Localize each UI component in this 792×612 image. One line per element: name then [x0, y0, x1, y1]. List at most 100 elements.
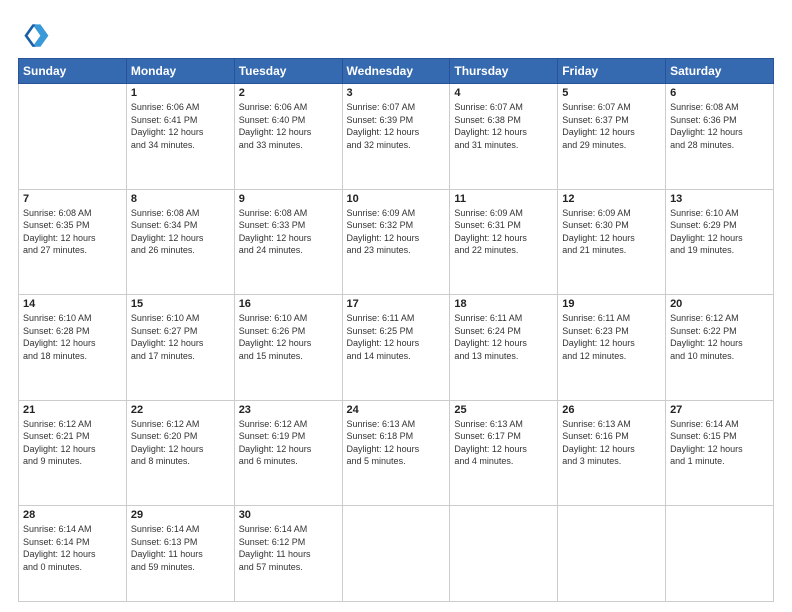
- calendar-cell: [342, 506, 450, 602]
- day-info: Sunrise: 6:13 AM Sunset: 6:16 PM Dayligh…: [562, 418, 661, 468]
- day-info: Sunrise: 6:06 AM Sunset: 6:41 PM Dayligh…: [131, 101, 230, 151]
- day-number: 20: [670, 298, 769, 310]
- day-info: Sunrise: 6:08 AM Sunset: 6:33 PM Dayligh…: [239, 207, 338, 257]
- day-number: 17: [347, 298, 446, 310]
- calendar-week-row: 14Sunrise: 6:10 AM Sunset: 6:28 PM Dayli…: [19, 295, 774, 401]
- day-info: Sunrise: 6:09 AM Sunset: 6:32 PM Dayligh…: [347, 207, 446, 257]
- calendar-cell: 8 Sunrise: 6:08 AM Sunset: 6:34 PM Daylig…: [126, 189, 234, 295]
- calendar-cell: 20Sunrise: 6:12 AM Sunset: 6:22 PM Dayli…: [666, 295, 774, 401]
- day-info: Sunrise: 6:10 AM Sunset: 6:29 PM Dayligh…: [670, 207, 769, 257]
- calendar-header-row: SundayMondayTuesdayWednesdayThursdayFrid…: [19, 59, 774, 84]
- calendar-table: SundayMondayTuesdayWednesdayThursdayFrid…: [18, 58, 774, 602]
- calendar-cell: 10 Sunrise: 6:09 AM Sunset: 6:32 PM Dayli…: [342, 189, 450, 295]
- calendar-cell: 16 Sunrise: 6:10 AM Sunset: 6:26 PM Dayli…: [234, 295, 342, 401]
- day-number: 30: [239, 509, 338, 521]
- calendar-day-header: Tuesday: [234, 59, 342, 84]
- calendar-cell: 4 Sunrise: 6:07 AM Sunset: 6:38 PM Daylig…: [450, 84, 558, 190]
- day-number: 7: [23, 193, 122, 205]
- day-number: 21: [23, 404, 122, 416]
- day-number: 18: [454, 298, 553, 310]
- calendar-cell: 18 Sunrise: 6:11 AM Sunset: 6:24 PM Dayli…: [450, 295, 558, 401]
- calendar-day-header: Monday: [126, 59, 234, 84]
- day-number: 10: [347, 193, 446, 205]
- calendar-week-row: 28 Sunrise: 6:14 AM Sunset: 6:14 PM Dayli…: [19, 506, 774, 602]
- calendar-day-header: Wednesday: [342, 59, 450, 84]
- calendar-cell: 29Sunrise: 6:14 AM Sunset: 6:13 PM Dayli…: [126, 506, 234, 602]
- calendar-week-row: 7 Sunrise: 6:08 AM Sunset: 6:35 PM Daylig…: [19, 189, 774, 295]
- day-number: 16: [239, 298, 338, 310]
- day-info: Sunrise: 6:12 AM Sunset: 6:20 PM Dayligh…: [131, 418, 230, 468]
- calendar-cell: 7 Sunrise: 6:08 AM Sunset: 6:35 PM Daylig…: [19, 189, 127, 295]
- day-info: Sunrise: 6:10 AM Sunset: 6:27 PM Dayligh…: [131, 312, 230, 362]
- day-number: 22: [131, 404, 230, 416]
- day-info: Sunrise: 6:06 AM Sunset: 6:40 PM Dayligh…: [239, 101, 338, 151]
- calendar-cell: 1 Sunrise: 6:06 AM Sunset: 6:41 PM Daylig…: [126, 84, 234, 190]
- day-info: Sunrise: 6:10 AM Sunset: 6:26 PM Dayligh…: [239, 312, 338, 362]
- calendar-cell: 2Sunrise: 6:06 AM Sunset: 6:40 PM Daylig…: [234, 84, 342, 190]
- day-info: Sunrise: 6:13 AM Sunset: 6:18 PM Dayligh…: [347, 418, 446, 468]
- day-number: 6: [670, 87, 769, 99]
- day-info: Sunrise: 6:08 AM Sunset: 6:34 PM Dayligh…: [131, 207, 230, 257]
- day-info: Sunrise: 6:11 AM Sunset: 6:23 PM Dayligh…: [562, 312, 661, 362]
- calendar-week-row: 1 Sunrise: 6:06 AM Sunset: 6:41 PM Daylig…: [19, 84, 774, 190]
- day-info: Sunrise: 6:12 AM Sunset: 6:21 PM Dayligh…: [23, 418, 122, 468]
- day-number: 3: [347, 87, 446, 99]
- calendar-cell: 28 Sunrise: 6:14 AM Sunset: 6:14 PM Dayli…: [19, 506, 127, 602]
- day-number: 8: [131, 193, 230, 205]
- header: [18, 18, 774, 50]
- day-info: Sunrise: 6:07 AM Sunset: 6:37 PM Dayligh…: [562, 101, 661, 151]
- day-info: Sunrise: 6:11 AM Sunset: 6:25 PM Dayligh…: [347, 312, 446, 362]
- day-number: 1: [131, 87, 230, 99]
- day-info: Sunrise: 6:07 AM Sunset: 6:39 PM Dayligh…: [347, 101, 446, 151]
- day-info: Sunrise: 6:09 AM Sunset: 6:31 PM Dayligh…: [454, 207, 553, 257]
- calendar-day-header: Saturday: [666, 59, 774, 84]
- day-number: 4: [454, 87, 553, 99]
- calendar-cell: 17 Sunrise: 6:11 AM Sunset: 6:25 PM Dayli…: [342, 295, 450, 401]
- day-number: 9: [239, 193, 338, 205]
- day-number: 12: [562, 193, 661, 205]
- calendar-week-row: 21 Sunrise: 6:12 AM Sunset: 6:21 PM Dayli…: [19, 400, 774, 506]
- day-number: 27: [670, 404, 769, 416]
- day-info: Sunrise: 6:11 AM Sunset: 6:24 PM Dayligh…: [454, 312, 553, 362]
- day-number: 19: [562, 298, 661, 310]
- calendar-cell: 22 Sunrise: 6:12 AM Sunset: 6:20 PM Dayli…: [126, 400, 234, 506]
- day-number: 15: [131, 298, 230, 310]
- day-number: 28: [23, 509, 122, 521]
- calendar-day-header: Sunday: [19, 59, 127, 84]
- logo: [18, 18, 54, 50]
- calendar-cell: 25Sunrise: 6:13 AM Sunset: 6:17 PM Dayli…: [450, 400, 558, 506]
- calendar-cell: 9 Sunrise: 6:08 AM Sunset: 6:33 PM Daylig…: [234, 189, 342, 295]
- calendar-day-header: Friday: [558, 59, 666, 84]
- day-info: Sunrise: 6:12 AM Sunset: 6:19 PM Dayligh…: [239, 418, 338, 468]
- day-number: 23: [239, 404, 338, 416]
- calendar-cell: [450, 506, 558, 602]
- day-info: Sunrise: 6:14 AM Sunset: 6:12 PM Dayligh…: [239, 523, 338, 573]
- calendar-cell: 13 Sunrise: 6:10 AM Sunset: 6:29 PM Dayli…: [666, 189, 774, 295]
- day-info: Sunrise: 6:08 AM Sunset: 6:36 PM Dayligh…: [670, 101, 769, 151]
- calendar-cell: 15 Sunrise: 6:10 AM Sunset: 6:27 PM Dayli…: [126, 295, 234, 401]
- day-info: Sunrise: 6:14 AM Sunset: 6:15 PM Dayligh…: [670, 418, 769, 468]
- day-info: Sunrise: 6:14 AM Sunset: 6:14 PM Dayligh…: [23, 523, 122, 573]
- calendar-cell: [19, 84, 127, 190]
- logo-icon: [18, 18, 50, 50]
- day-info: Sunrise: 6:10 AM Sunset: 6:28 PM Dayligh…: [23, 312, 122, 362]
- calendar-cell: 12Sunrise: 6:09 AM Sunset: 6:30 PM Dayli…: [558, 189, 666, 295]
- calendar-cell: 27 Sunrise: 6:14 AM Sunset: 6:15 PM Dayli…: [666, 400, 774, 506]
- calendar-cell: 26 Sunrise: 6:13 AM Sunset: 6:16 PM Dayli…: [558, 400, 666, 506]
- day-number: 29: [131, 509, 230, 521]
- calendar-cell: 24 Sunrise: 6:13 AM Sunset: 6:18 PM Dayli…: [342, 400, 450, 506]
- day-number: 11: [454, 193, 553, 205]
- calendar-cell: 6 Sunrise: 6:08 AM Sunset: 6:36 PM Daylig…: [666, 84, 774, 190]
- calendar-cell: 30 Sunrise: 6:14 AM Sunset: 6:12 PM Dayli…: [234, 506, 342, 602]
- calendar-cell: 14Sunrise: 6:10 AM Sunset: 6:28 PM Dayli…: [19, 295, 127, 401]
- day-number: 13: [670, 193, 769, 205]
- day-number: 26: [562, 404, 661, 416]
- calendar-cell: [558, 506, 666, 602]
- calendar-cell: 5Sunrise: 6:07 AM Sunset: 6:37 PM Daylig…: [558, 84, 666, 190]
- calendar-cell: 3 Sunrise: 6:07 AM Sunset: 6:39 PM Daylig…: [342, 84, 450, 190]
- calendar-cell: 21 Sunrise: 6:12 AM Sunset: 6:21 PM Dayli…: [19, 400, 127, 506]
- day-info: Sunrise: 6:08 AM Sunset: 6:35 PM Dayligh…: [23, 207, 122, 257]
- day-info: Sunrise: 6:07 AM Sunset: 6:38 PM Dayligh…: [454, 101, 553, 151]
- day-number: 24: [347, 404, 446, 416]
- calendar-cell: 23 Sunrise: 6:12 AM Sunset: 6:19 PM Dayli…: [234, 400, 342, 506]
